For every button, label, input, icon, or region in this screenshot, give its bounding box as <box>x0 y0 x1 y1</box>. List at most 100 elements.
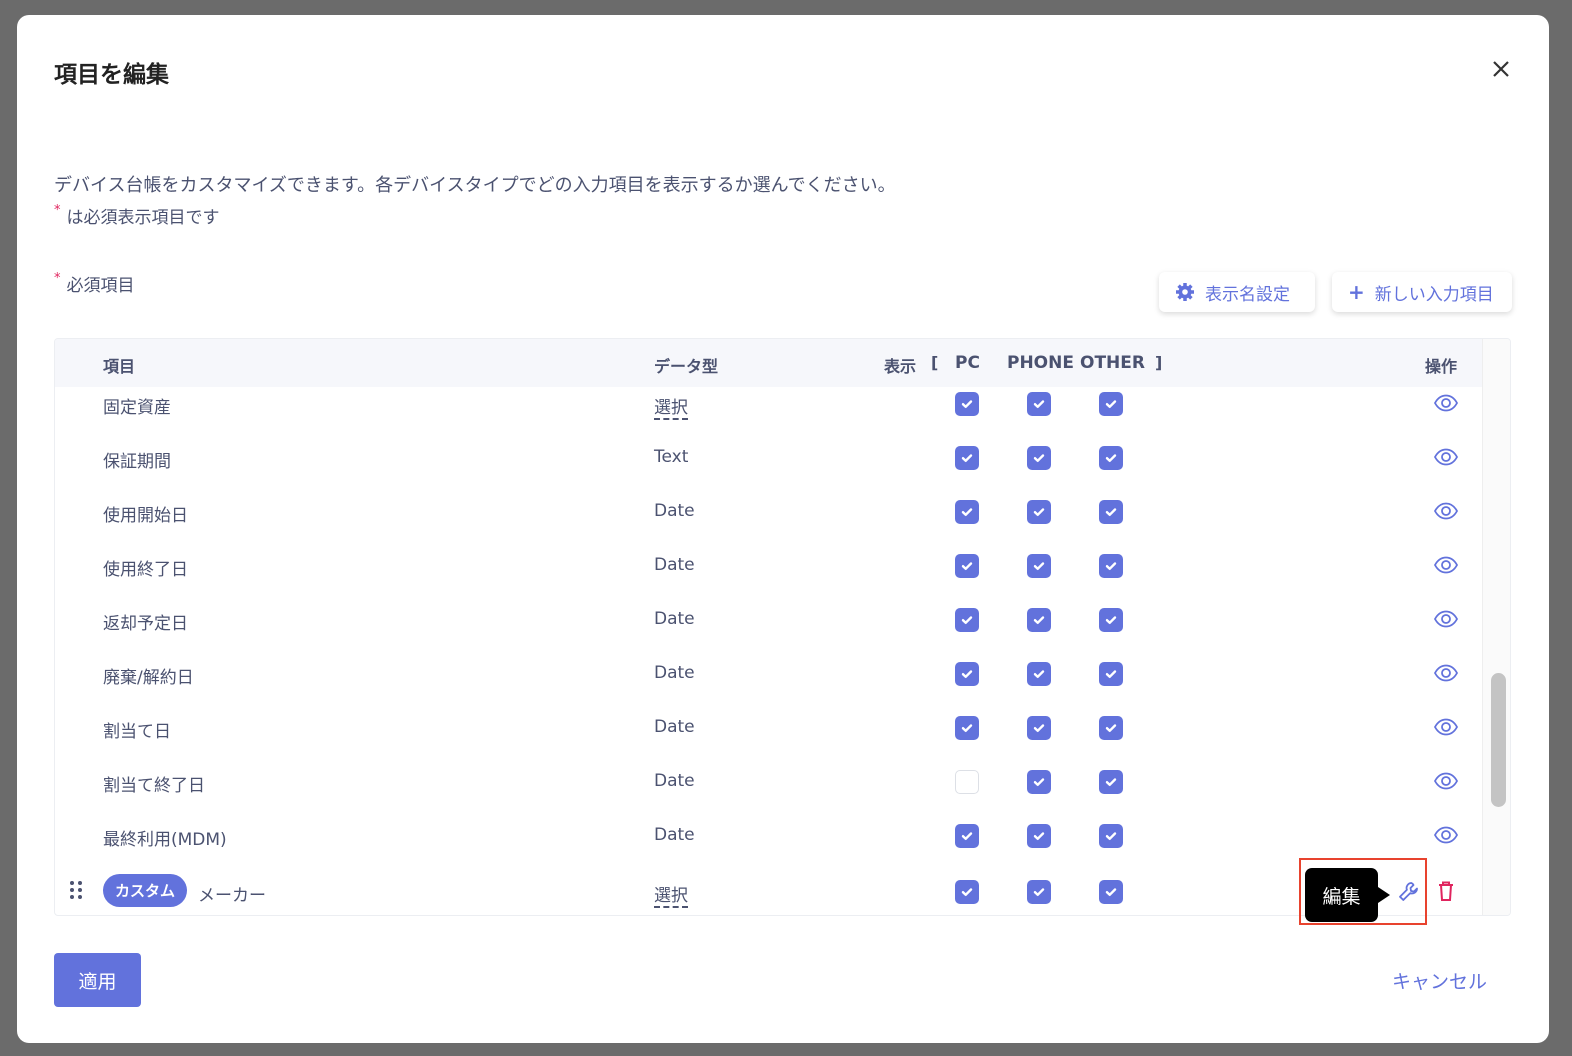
eye-icon[interactable] <box>1433 555 1459 579</box>
required-marker: * <box>54 203 61 218</box>
table-row: 最終利用(MDM) Date <box>55 809 1482 863</box>
other-checkbox[interactable] <box>1099 770 1123 794</box>
table-row: 使用終了日 Date <box>55 539 1482 593</box>
field-type: Date <box>654 609 695 629</box>
header-data-type: データ型 <box>654 357 719 376</box>
field-name: 最終利用(MDM) <box>103 830 227 850</box>
pc-checkbox[interactable] <box>955 880 979 904</box>
other-checkbox[interactable] <box>1099 716 1123 740</box>
header-pc: PC <box>955 353 980 373</box>
table-row: 使用開始日 Date <box>55 485 1482 539</box>
phone-checkbox[interactable] <box>1027 554 1051 578</box>
header-actions: 操作 <box>1425 357 1458 376</box>
field-type: Date <box>654 825 695 845</box>
eye-icon[interactable] <box>1433 501 1459 525</box>
section-label-text: 必須項目 <box>66 276 135 296</box>
dialog-description: デバイス台帳をカスタマイズできます。各デバイスタイプでどの入力項目を表示するか選… <box>54 175 896 196</box>
table-row: 廃棄/解約日 Date <box>55 647 1482 701</box>
new-field-label: 新しい入力項目 <box>1374 284 1494 305</box>
apply-button[interactable]: 適用 <box>54 953 141 1007</box>
section-label: * 必須項目 <box>54 271 135 296</box>
other-checkbox[interactable] <box>1099 500 1123 524</box>
custom-badge: カスタム <box>103 874 188 907</box>
pc-checkbox[interactable] <box>955 554 979 578</box>
custom-table-row: カスタム メーカー 選択 <box>55 865 1482 915</box>
phone-checkbox[interactable] <box>1027 716 1051 740</box>
eye-icon[interactable] <box>1433 447 1459 471</box>
field-type: Date <box>654 717 695 737</box>
other-checkbox[interactable] <box>1099 446 1123 470</box>
phone-checkbox[interactable] <box>1027 500 1051 524</box>
other-checkbox[interactable] <box>1099 392 1123 416</box>
table-row: 割当て日 Date <box>55 701 1482 755</box>
drag-handle-icon[interactable] <box>69 879 83 905</box>
field-type: 選択 <box>654 881 688 908</box>
phone-checkbox[interactable] <box>1027 770 1051 794</box>
phone-checkbox[interactable] <box>1027 608 1051 632</box>
phone-checkbox[interactable] <box>1027 880 1051 904</box>
trash-icon[interactable] <box>1437 880 1455 906</box>
phone-checkbox[interactable] <box>1027 662 1051 686</box>
other-checkbox[interactable] <box>1099 880 1123 904</box>
header-item: 項目 <box>103 357 136 376</box>
eye-icon[interactable] <box>1433 771 1459 795</box>
field-name: 保証期間 <box>103 452 171 472</box>
field-type: Date <box>654 771 695 791</box>
required-note: * は必須表示項目です <box>54 203 220 228</box>
display-name-settings-button[interactable]: 表示名設定 <box>1159 272 1315 312</box>
field-name: 使用終了日 <box>103 560 188 580</box>
field-name: 返却予定日 <box>103 614 188 634</box>
other-checkbox[interactable] <box>1099 662 1123 686</box>
field-name: 割当て日 <box>103 722 171 742</box>
pc-checkbox[interactable] <box>955 770 979 794</box>
fields-table: 項目 データ型 表示 [ PC PHONE OTHER ] 操作 固定資産 選択… <box>54 338 1511 916</box>
close-icon[interactable] <box>1487 55 1515 83</box>
phone-checkbox[interactable] <box>1027 392 1051 416</box>
header-bracket: ] <box>1155 353 1163 372</box>
field-type: Date <box>654 501 695 521</box>
field-name: 固定資産 <box>103 398 171 418</box>
pc-checkbox[interactable] <box>955 824 979 848</box>
display-name-settings-label: 表示名設定 <box>1205 284 1290 305</box>
field-type: Text <box>654 447 689 467</box>
new-field-button[interactable]: + 新しい入力項目 <box>1332 272 1512 312</box>
field-name: 割当て終了日 <box>103 776 205 796</box>
pc-checkbox[interactable] <box>955 716 979 740</box>
pc-checkbox[interactable] <box>955 608 979 632</box>
table-row: 保証期間 Text <box>55 431 1482 485</box>
dialog-title: 項目を編集 <box>54 62 169 88</box>
pc-checkbox[interactable] <box>955 662 979 686</box>
cancel-button[interactable]: キャンセル <box>1392 967 1487 994</box>
eye-icon[interactable] <box>1433 393 1459 417</box>
eye-icon[interactable] <box>1433 609 1459 633</box>
highlight-box <box>1299 858 1427 925</box>
field-type: 選択 <box>654 393 688 420</box>
other-checkbox[interactable] <box>1099 824 1123 848</box>
eye-icon[interactable] <box>1433 717 1459 741</box>
field-type: Date <box>654 663 695 683</box>
table-row: 割当て終了日 Date <box>55 755 1482 809</box>
table-header: 項目 データ型 表示 [ PC PHONE OTHER ] 操作 <box>55 339 1482 387</box>
phone-checkbox[interactable] <box>1027 824 1051 848</box>
field-name: 廃棄/解約日 <box>103 668 194 688</box>
plus-icon: + <box>1348 280 1365 304</box>
field-name: 使用開始日 <box>103 506 188 526</box>
pc-checkbox[interactable] <box>955 392 979 416</box>
field-type: Date <box>654 555 695 575</box>
other-checkbox[interactable] <box>1099 608 1123 632</box>
edit-items-dialog: 項目を編集 デバイス台帳をカスタマイズできます。各デバイスタイプでどの入力項目を… <box>17 15 1549 1043</box>
header-bracket: [ <box>931 353 939 372</box>
required-note-text: は必須表示項目です <box>66 208 220 228</box>
pc-checkbox[interactable] <box>955 446 979 470</box>
eye-icon[interactable] <box>1433 663 1459 687</box>
scrollbar[interactable] <box>1482 339 1510 915</box>
field-name: メーカー <box>198 886 266 906</box>
header-display: 表示 <box>884 357 917 376</box>
pc-checkbox[interactable] <box>955 500 979 524</box>
eye-icon[interactable] <box>1433 825 1459 849</box>
phone-checkbox[interactable] <box>1027 446 1051 470</box>
other-checkbox[interactable] <box>1099 554 1123 578</box>
scrollbar-thumb[interactable] <box>1491 673 1506 807</box>
header-phone: PHONE <box>1007 353 1074 373</box>
gear-icon <box>1176 283 1194 301</box>
